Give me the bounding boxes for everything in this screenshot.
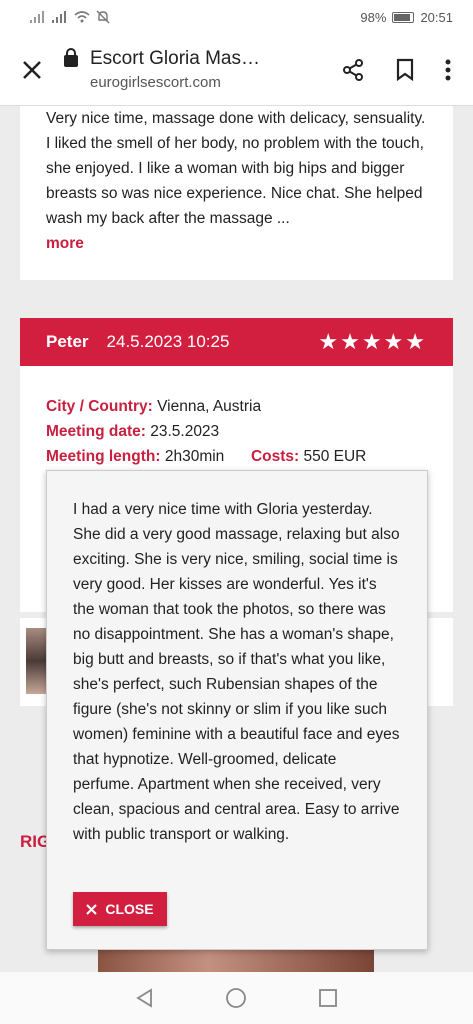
meeting-length-row: Meeting length: 2h30min Costs: 550 EUR: [46, 444, 427, 469]
close-icon: [86, 903, 98, 915]
recents-square-icon[interactable]: [318, 988, 338, 1008]
share-icon[interactable]: [341, 58, 365, 82]
close-tab-button[interactable]: [0, 60, 64, 80]
mute-bell-icon: [96, 10, 110, 24]
city-label: City / Country:: [46, 398, 153, 415]
more-vert-icon[interactable]: [445, 59, 451, 81]
review-header: Peter 24.5.2023 10:25 ★★★★★: [20, 318, 453, 366]
battery-percent: 98%: [360, 9, 387, 25]
status-bar: 98% 20:51: [0, 0, 473, 34]
status-icons-left: [30, 10, 110, 24]
gallery-image[interactable]: [98, 950, 374, 972]
meeting-date-row: Meeting date: 23.5.2023: [46, 419, 427, 444]
modal-review-text: I had a very nice time with Gloria yeste…: [73, 501, 400, 843]
more-link[interactable]: more: [46, 235, 84, 252]
signal-icon: [30, 11, 44, 23]
page-info[interactable]: Escort Gloria Mas… eurogirlsescort.com: [90, 48, 331, 91]
back-triangle-icon[interactable]: [135, 988, 155, 1008]
previous-review-card: Very nice time, massage done with delica…: [20, 106, 453, 280]
lock-icon: [64, 47, 78, 67]
page-title: Escort Gloria Mas…: [90, 48, 260, 69]
toolbar-actions: [331, 58, 473, 82]
meeting-length-value: 2h30min: [164, 448, 225, 465]
browser-toolbar: Escort Gloria Mas… eurogirlsescort.com: [0, 34, 473, 106]
reviewer-name: Peter: [46, 332, 89, 351]
system-nav-bar: [0, 972, 473, 1024]
meeting-date-label: Meeting date:: [46, 423, 146, 440]
meeting-date-value: 23.5.2023: [150, 423, 220, 440]
home-circle-icon[interactable]: [225, 987, 247, 1009]
review-date: 24.5.2023 10:25: [106, 332, 230, 351]
signal-icon: [52, 11, 66, 23]
meeting-length-label: Meeting length:: [46, 448, 161, 465]
previous-review-body: Very nice time, massage done with delica…: [46, 110, 426, 227]
status-icons-right: 98% 20:51: [360, 10, 453, 25]
page-url: eurogirlsescort.com: [90, 74, 221, 91]
city-value: Vienna, Austria: [157, 398, 262, 415]
costs-label: Costs:: [250, 448, 300, 465]
close-button[interactable]: CLOSE: [73, 892, 167, 926]
wifi-icon: [74, 11, 90, 23]
rating-stars: ★★★★★: [318, 329, 427, 354]
review-modal: I had a very nice time with Gloria yeste…: [46, 470, 428, 950]
costs-value: 550 EUR: [303, 448, 367, 465]
close-label: CLOSE: [105, 901, 154, 917]
previous-review-text: Very nice time, massage done with delica…: [46, 106, 427, 256]
close-icon: [23, 60, 41, 79]
clock: 20:51: [420, 9, 453, 25]
battery-icon: [392, 11, 415, 23]
city-row: City / Country: Vienna, Austria: [46, 394, 427, 419]
bookmark-icon[interactable]: [395, 58, 415, 82]
